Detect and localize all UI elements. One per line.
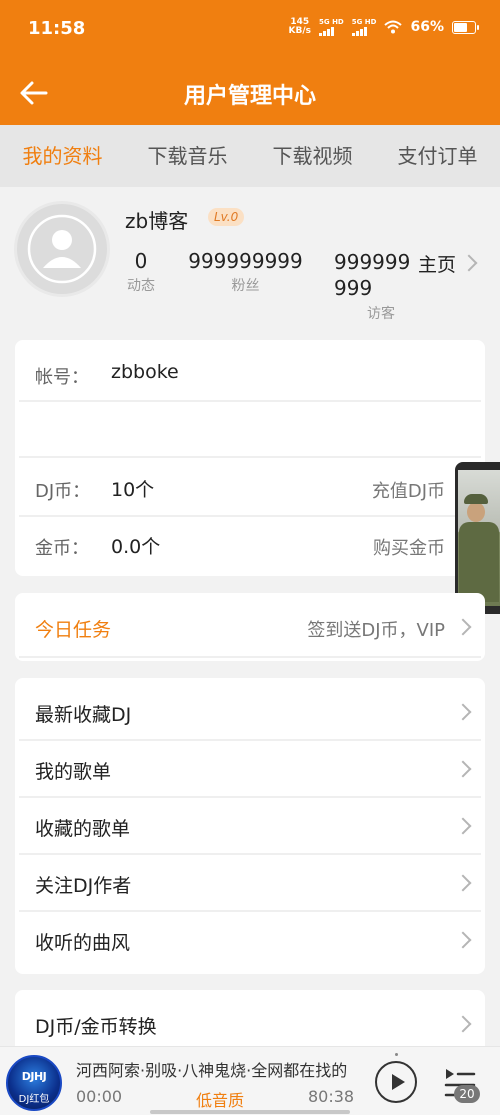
account-card: 帐号： zbboke DJ币： 10个 充值DJ币 金币： 0.0个 购买金币: [15, 340, 485, 576]
net-speed: 145 KB/s: [289, 18, 311, 36]
app-header: 用户管理中心: [0, 60, 500, 125]
quality-toggle[interactable]: 低音质: [196, 1087, 244, 1111]
stat-visitors-value: 999999999: [334, 250, 411, 300]
tab-payment-orders[interactable]: 支付订单: [375, 125, 500, 187]
chevron-right-icon: [454, 874, 472, 892]
daily-task-row[interactable]: 今日任务 签到送DJ币，VIP: [15, 599, 485, 655]
level-badge: Lv.0: [208, 208, 245, 226]
chevron-right-icon: [454, 931, 472, 949]
menu-item-label: 收听的曲风: [35, 932, 131, 954]
menu-item-label: 我的歌单: [35, 761, 112, 783]
recharge-dj-link[interactable]: 充值DJ币: [372, 477, 445, 503]
dj-logo[interactable]: DJHJ DJ红包: [6, 1055, 62, 1111]
gold-coin-row[interactable]: 金币： 0.0个 购买金币: [15, 517, 485, 573]
tab-download-music[interactable]: 下载音乐: [125, 125, 250, 187]
gold-coin-value: 0.0个: [111, 536, 161, 558]
home-indicator: [150, 1110, 350, 1114]
battery-percent: 66%: [410, 19, 444, 35]
user-placeholder-icon: [27, 214, 97, 284]
stat-posts[interactable]: 0 动态: [120, 249, 162, 295]
chevron-right-icon: [454, 1015, 472, 1033]
wifi-icon: [384, 20, 403, 34]
status-icons: 145 KB/s 5G HD 5G HD 66%: [289, 17, 479, 36]
chevron-right-icon: [454, 817, 472, 835]
floating-video-thumbnail[interactable]: [455, 462, 500, 614]
stat-visitors-label: 访客: [367, 306, 395, 322]
tab-bar: 我的资料 下载音乐 下载视频 支付订单: [0, 125, 500, 187]
status-time: 11:58: [28, 18, 86, 39]
tab-download-video[interactable]: 下载视频: [250, 125, 375, 187]
account-label: 帐号：: [35, 367, 89, 388]
play-button[interactable]: [375, 1061, 417, 1103]
divider: [19, 400, 481, 402]
song-title: 河西阿索·别吸·八神鬼烧·全网都在找的: [76, 1061, 348, 1080]
battery-icon: [452, 20, 479, 34]
daily-task-card[interactable]: 今日任务 签到送DJ币，VIP: [15, 593, 485, 661]
duration: 80:38: [308, 1087, 355, 1106]
stat-fans-value: 999999999: [188, 249, 303, 273]
stat-posts-value: 0: [134, 249, 148, 273]
menu-item-listened-genres[interactable]: 收听的曲风: [15, 912, 485, 968]
stat-fans-label: 粉丝: [231, 278, 260, 294]
dj-logo-text: DJHJ: [21, 1070, 47, 1083]
daily-task-action[interactable]: 签到送DJ币，VIP: [307, 616, 445, 642]
mini-player[interactable]: DJHJ DJ红包 河西阿索·别吸·八神鬼烧·全网都在找的 00:00 低音质 …: [0, 1046, 500, 1115]
daily-task-label: 今日任务: [35, 619, 112, 641]
menu-item-my-playlists[interactable]: 我的歌单: [15, 741, 485, 797]
playlist-count-badge: 20: [454, 1085, 480, 1103]
username: zb博客: [125, 209, 189, 233]
account-value: zbboke: [111, 361, 179, 383]
buy-gold-link[interactable]: 购买金币: [373, 534, 445, 560]
dj-coin-row[interactable]: DJ币： 10个 充值DJ币: [15, 460, 485, 516]
menu-item-followed-djs[interactable]: 关注DJ作者: [15, 855, 485, 911]
page-title: 用户管理中心: [183, 84, 316, 109]
stat-fans[interactable]: 999999999 粉丝: [183, 249, 308, 295]
avatar[interactable]: [14, 201, 110, 297]
menu-item-saved-playlists[interactable]: 收藏的歌单: [15, 798, 485, 854]
menu-item-label: DJ币/金币转换: [35, 1016, 157, 1038]
menu-item-label: 收藏的歌单: [35, 818, 131, 840]
current-time: 00:00: [76, 1087, 123, 1106]
dj-coin-label: DJ币：: [35, 481, 91, 502]
homepage-chevron-icon: [460, 254, 478, 272]
menu-card: 最新收藏DJ 我的歌单 收藏的歌单 关注DJ作者 收听的曲风: [15, 678, 485, 974]
divider: [19, 656, 481, 658]
menu-item-coin-exchange[interactable]: DJ币/金币转换: [15, 996, 485, 1052]
stat-visitors[interactable]: 999999999 访客: [334, 249, 418, 323]
progress-dot: [395, 1053, 398, 1056]
gold-coin-label: 金币：: [35, 538, 89, 559]
sim2-label: 5G HD: [351, 17, 377, 26]
menu-item-recent-favorites[interactable]: 最新收藏DJ: [15, 684, 485, 740]
menu-item-label: 关注DJ作者: [35, 875, 132, 897]
chevron-right-icon: [454, 760, 472, 778]
chevron-right-icon: [454, 703, 472, 721]
sim1-label: 5G HD: [319, 17, 344, 26]
stat-posts-label: 动态: [127, 278, 155, 294]
chevron-right-icon: [454, 618, 472, 636]
menu-item-label: 最新收藏DJ: [35, 704, 132, 726]
net-speed-unit: KB/s: [288, 26, 312, 36]
account-row: 帐号： zbboke: [15, 346, 485, 402]
divider: [19, 456, 481, 458]
tab-profile[interactable]: 我的资料: [0, 125, 125, 187]
status-bar: 11:58 145 KB/s 5G HD 5G HD 66%: [0, 0, 500, 60]
dj-logo-subtext: DJ红包: [18, 1094, 50, 1105]
sim2-signal-icon: 5G HD: [351, 17, 377, 36]
homepage-link[interactable]: 主页: [418, 250, 456, 277]
profile-section: zb博客 Lv.0 0 动态 999999999 粉丝 999999999 访客…: [0, 187, 500, 332]
sim1-signal-icon: 5G HD: [319, 17, 344, 36]
dj-coin-value: 10个: [111, 479, 155, 501]
